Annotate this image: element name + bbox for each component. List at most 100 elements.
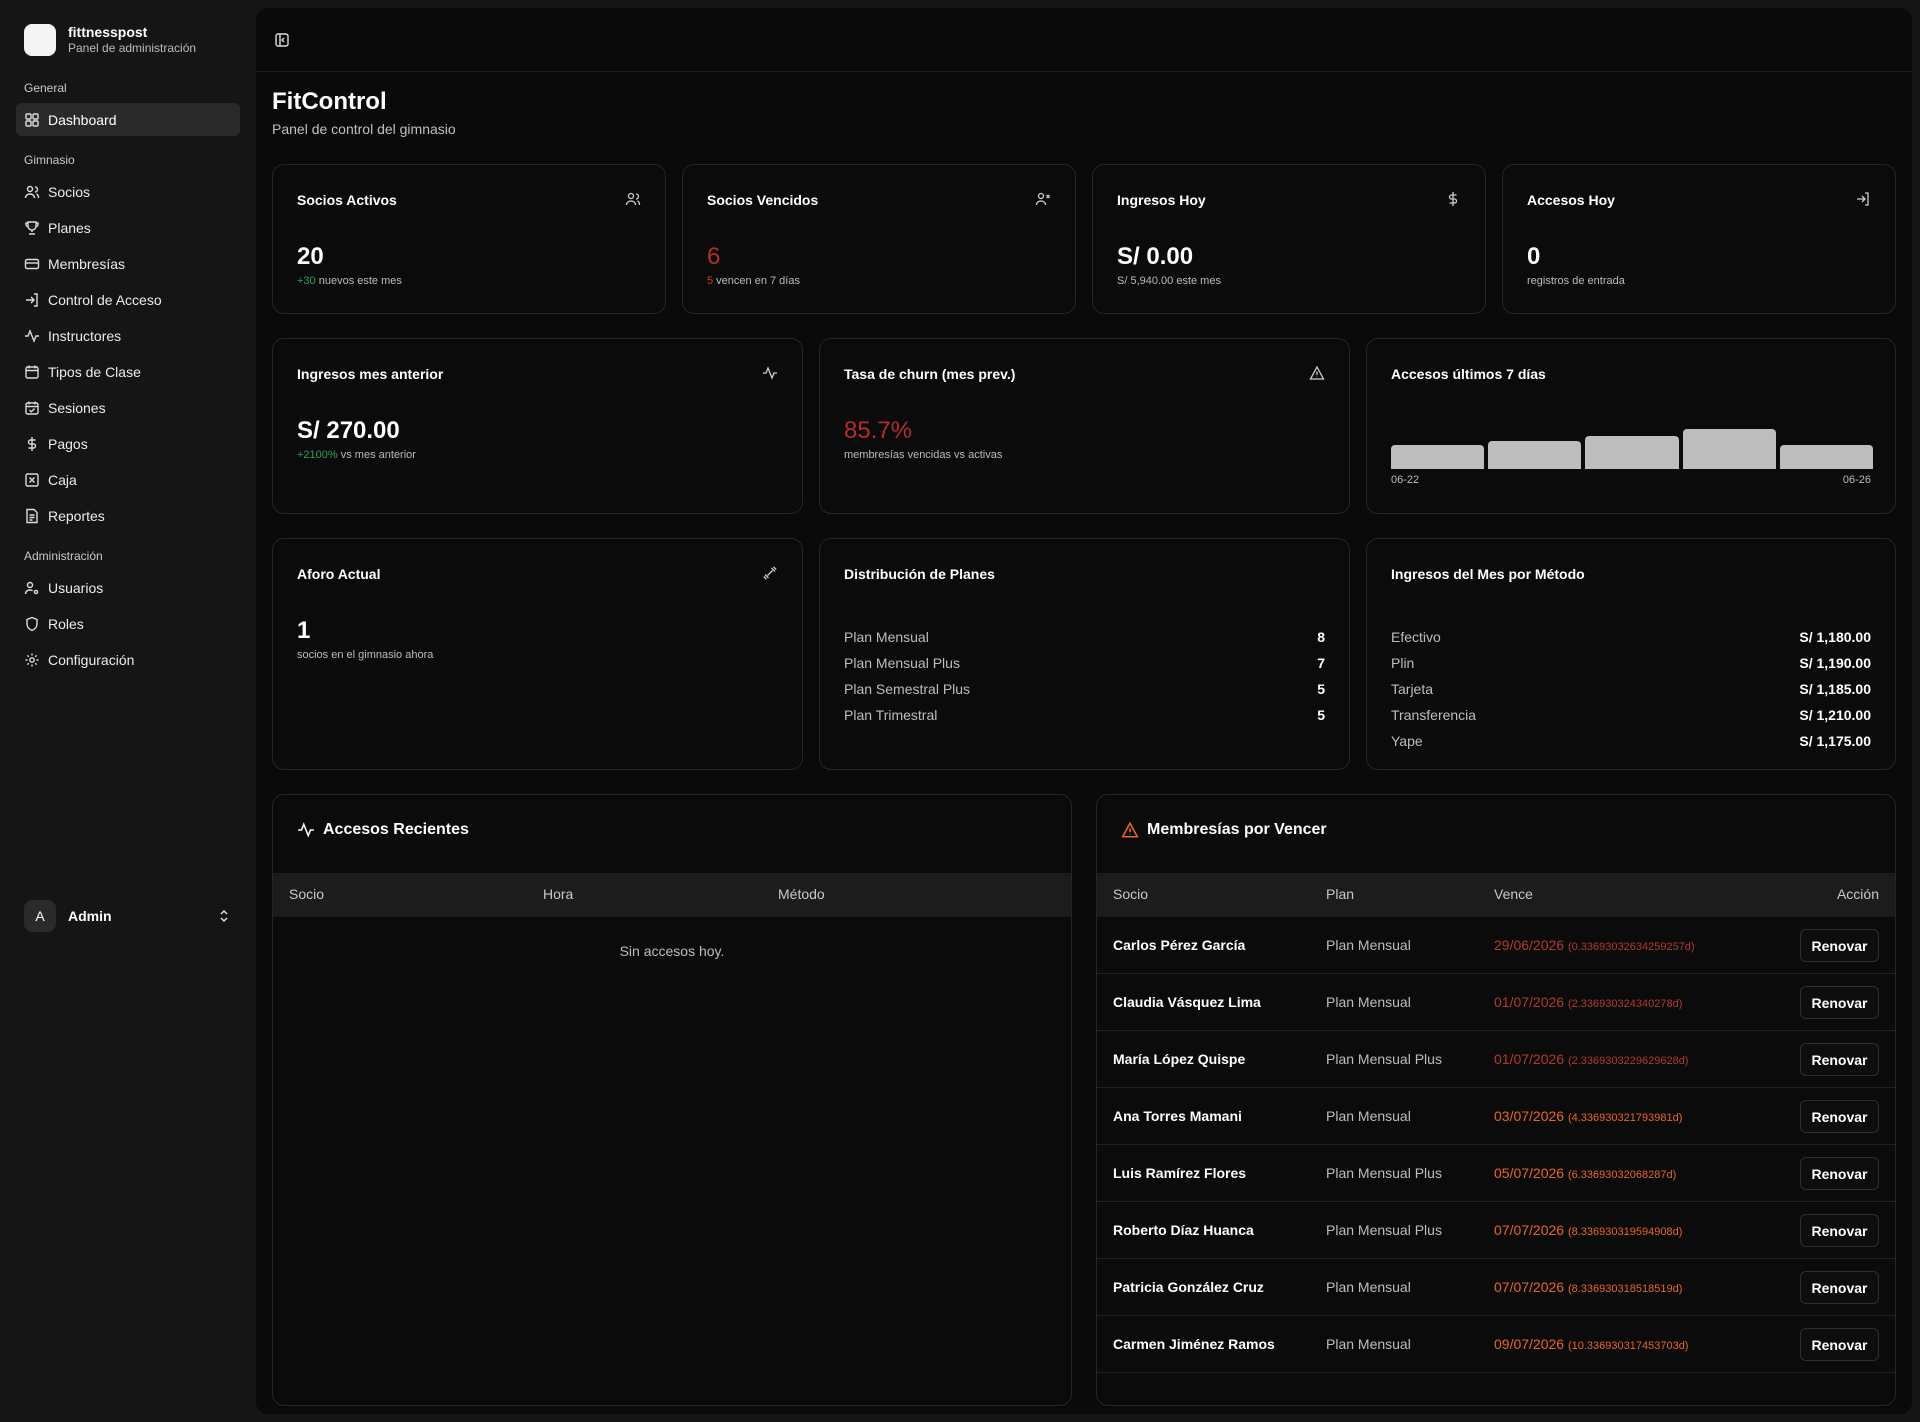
sidebar-item-tipos-clase[interactable]: Tipos de Clase (16, 355, 240, 388)
column-header: Plan (1326, 886, 1355, 902)
bar-chart (1391, 429, 1873, 469)
stat-subtext: +2100% vs mes anterior (297, 449, 416, 461)
sidebar-toggle-icon[interactable] (274, 32, 290, 48)
stat-value: S/ 270.00 (297, 417, 400, 444)
card-title: Aforo Actual (297, 566, 381, 582)
expiry-date: 29/06/2026 (0.336930326342592​57d) (1494, 937, 1695, 953)
sidebar-item-pagos[interactable]: Pagos (16, 427, 240, 460)
expiry-date: 09/07/2026 (10.336930317453703d) (1494, 1336, 1689, 1352)
table-row: Carmen Jiménez Ramos Plan Mensual 09/07/20… (1097, 1316, 1895, 1373)
group-label-gimnasio: Gimnasio (24, 153, 75, 167)
sidebar-item-label: Control de Acceso (48, 291, 162, 308)
list-item: Plin S/ 1,190.00 (1391, 655, 1871, 671)
sidebar-item-label: Planes (48, 219, 91, 236)
warning-icon (1309, 365, 1325, 381)
sidebar-item-configuracion[interactable]: Configuración (16, 643, 240, 676)
page-subtitle: Panel de control del gimnasio (272, 121, 456, 137)
renew-button[interactable]: Renovar (1800, 1328, 1879, 1361)
renew-button[interactable]: Renovar (1800, 1100, 1879, 1133)
table-row: Roberto Díaz Huanca Plan Mensual Plus 07/0… (1097, 1202, 1895, 1259)
member-name: Luis Ramírez Flores (1113, 1165, 1247, 1181)
sidebar-item-label: Instructores (48, 327, 122, 344)
dumbbell-icon (762, 565, 778, 581)
sidebar-item-label: Membresías (48, 255, 126, 272)
page-title: FitControl (272, 88, 387, 115)
expiry-date: 07/07/2026 (8.336930319594908d) (1494, 1222, 1683, 1238)
section-title: Accesos Recientes (297, 821, 469, 839)
renew-button[interactable]: Renovar (1800, 986, 1879, 1019)
sidebar-item-reportes[interactable]: Reportes (16, 499, 240, 532)
member-name: Ana Torres Mamani (1113, 1108, 1242, 1124)
renew-button[interactable]: Renovar (1800, 1157, 1879, 1190)
plan-name: Plan Mensual Plus (1326, 1222, 1442, 1238)
expiry-date: 01/07/2026 (2.3369303229629628d) (1494, 1051, 1689, 1067)
activity-icon (298, 822, 314, 838)
sidebar-item-caja[interactable]: Caja (16, 463, 240, 496)
sidebar-item-sesiones[interactable]: Sesiones (16, 391, 240, 424)
sidebar-item-label: Sesiones (48, 399, 106, 416)
sidebar-item-instructores[interactable]: Instructores (16, 319, 240, 352)
calendar-icon (24, 364, 40, 380)
sidebar-item-label: Caja (48, 471, 77, 488)
stat-value: 85.7% (844, 417, 913, 444)
renew-button[interactable]: Renovar (1800, 929, 1879, 962)
sidebar-item-control-acceso[interactable]: Control de Acceso (16, 283, 240, 316)
card-title: Accesos Hoy (1527, 192, 1615, 208)
list-item: Efectivo S/ 1,180.00 (1391, 629, 1871, 645)
card-aforo-actual: Aforo Actual 1 socios en el gimnasio aho… (272, 538, 803, 770)
file-text-icon (24, 508, 40, 524)
member-name: Roberto Díaz Huanca (1113, 1222, 1254, 1238)
group-label-administracion: Administración (24, 549, 103, 563)
card-accesos-7-dias: Accesos últimos 7 días 06-22 06-26 (1366, 338, 1896, 514)
card-ingresos-mes-anterior: Ingresos mes anterior S/ 270.00 +2100% v… (272, 338, 803, 514)
renew-button[interactable]: Renovar (1800, 1271, 1879, 1304)
sidebar-item-label: Tipos de Clase (48, 363, 141, 380)
sidebar-item-label: Reportes (48, 507, 105, 524)
member-name: Claudia Vásquez Lima (1113, 994, 1261, 1010)
card-title: Tasa de churn (mes prev.) (844, 366, 1016, 382)
login-icon (24, 292, 40, 308)
user-name: Admin (68, 908, 112, 924)
list-item: Yape S/ 1,175.00 (1391, 733, 1871, 749)
bar-label-start: 06-22 (1391, 474, 1420, 486)
chart-bar (1391, 445, 1485, 469)
login-icon (1855, 191, 1871, 207)
dollar-icon (24, 436, 40, 452)
brand[interactable]: fittnesspost Panel de administración (24, 24, 196, 56)
sidebar-item-usuarios[interactable]: Usuarios (16, 571, 240, 604)
card-accesos-recientes: Accesos Recientes Socio Hora Método Sin … (272, 794, 1072, 1406)
expiry-date: 01/07/2026 (2.336930324340278d) (1494, 994, 1683, 1010)
sidebar-item-roles[interactable]: Roles (16, 607, 240, 640)
stat-subtext: 5 vencen en 7 días (707, 275, 800, 287)
brand-subtitle: Panel de administración (68, 41, 197, 55)
sidebar-item-planes[interactable]: Planes (16, 211, 240, 244)
sidebar-item-dashboard[interactable]: Dashboard (16, 103, 240, 136)
card-ingresos-por-metodo: Ingresos del Mes por Método Efectivo S/ 1… (1366, 538, 1896, 770)
card-membresias-por-vencer: Membresías por Vencer Socio Plan Vence A… (1096, 794, 1896, 1406)
user-menu[interactable]: A Admin (16, 896, 240, 936)
stat-value: 6 (707, 243, 721, 270)
sidebar: fittnesspost Panel de administración Gen… (0, 0, 256, 1422)
sidebar-item-label: Configuración (48, 651, 135, 668)
column-header: Vence (1494, 886, 1533, 902)
card-title: Ingresos Hoy (1117, 192, 1206, 208)
stat-subtext: socios en el gimnasio ahora (297, 649, 434, 661)
card-title: Accesos últimos 7 días (1391, 366, 1546, 382)
renew-button[interactable]: Renovar (1800, 1214, 1879, 1247)
sidebar-item-label: Pagos (48, 435, 88, 452)
member-name: Patricia González Cruz (1113, 1279, 1264, 1295)
card-title: Distribución de Planes (844, 566, 995, 582)
user-cog-icon (24, 580, 40, 596)
sidebar-item-socios[interactable]: Socios (16, 175, 240, 208)
member-name: María López Quispe (1113, 1051, 1246, 1067)
column-header: Acción (1836, 886, 1879, 902)
main-content: FitControl Panel de control del gimnasio… (256, 8, 1912, 1414)
chart-bar (1585, 436, 1679, 469)
stat-subtext: S/ 5,940.00 este mes (1117, 275, 1221, 287)
stat-value: 1 (297, 617, 311, 644)
list-item: Plan Mensual 8 (844, 629, 1325, 645)
sidebar-item-membresias[interactable]: Membresías (16, 247, 240, 280)
stat-subtext: membresías vencidas vs activas (844, 449, 1003, 461)
table-row: Carlos Pérez García Plan Mensual 29/06/202… (1097, 917, 1895, 974)
renew-button[interactable]: Renovar (1800, 1043, 1879, 1076)
